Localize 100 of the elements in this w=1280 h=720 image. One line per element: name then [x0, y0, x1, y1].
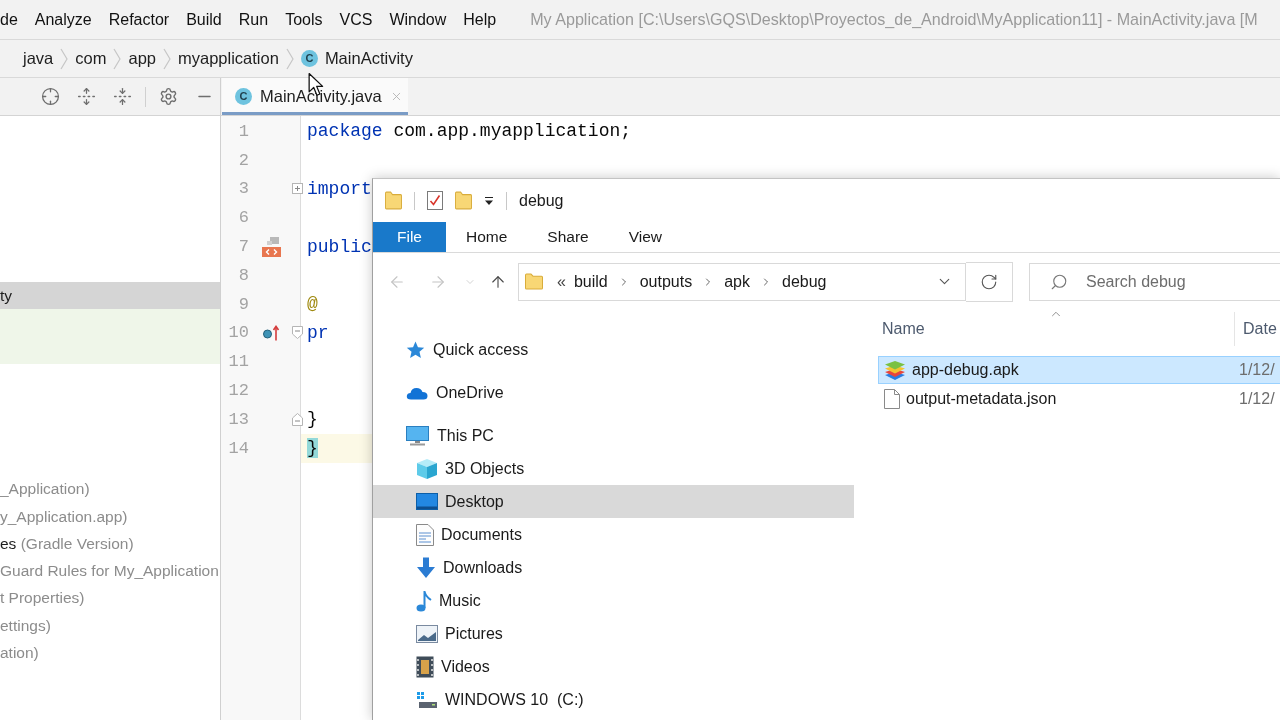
drive-icon: [416, 690, 438, 709]
monitor-icon: [406, 425, 429, 446]
window-title: debug: [519, 191, 564, 210]
layout-file-icon[interactable]: [259, 235, 282, 258]
menu-item[interactable]: Help: [463, 10, 497, 29]
file-row[interactable]: output-metadata.json 1/12/: [878, 385, 1280, 413]
collapse-all-icon[interactable]: [113, 87, 132, 106]
fold-plus-icon[interactable]: [292, 183, 303, 195]
nav-item[interactable]: 3D Objects: [373, 452, 533, 485]
line-number: 12: [228, 381, 249, 401]
breadcrumb-item[interactable]: C MainActivity: [300, 49, 413, 68]
search-icon: [1050, 272, 1068, 291]
code-line: pr: [307, 321, 329, 345]
file-icon: [884, 389, 900, 409]
settings-icon[interactable]: [159, 87, 178, 106]
menu-item[interactable]: Run: [238, 10, 269, 29]
nav-item[interactable]: Music: [373, 584, 489, 617]
file-name: output-metadata.json: [906, 390, 1057, 408]
line-number: 14: [228, 438, 249, 458]
star-icon: [406, 340, 425, 359]
nav-item[interactable]: This PC: [373, 419, 502, 452]
chevron-right-icon: [285, 47, 294, 70]
chevron-right-icon: [163, 47, 171, 70]
editor-tab[interactable]: C MainActivity.java: [222, 78, 408, 115]
file-date: 1/12/: [1239, 390, 1275, 408]
nav-item[interactable]: Desktop: [373, 485, 854, 518]
tree-item[interactable]: ty: [0, 282, 220, 310]
nav-item[interactable]: Downloads: [373, 551, 531, 584]
ribbon-tab[interactable]: View: [608, 222, 683, 252]
address-bar[interactable]: « build outputs apk debug: [518, 262, 966, 301]
nav-item[interactable]: Pictures: [373, 617, 511, 650]
refresh-icon: [980, 272, 998, 291]
line-number: 11: [228, 352, 249, 372]
line-number: 13: [228, 409, 249, 429]
dropdown-icon[interactable]: [484, 195, 494, 206]
music-note-icon: [416, 589, 432, 612]
line-number: 8: [238, 265, 249, 285]
code-line: public: [307, 235, 372, 259]
breadcrumb-overflow[interactable]: «: [557, 272, 566, 291]
menu-item[interactable]: de: [0, 10, 18, 29]
refresh-button[interactable]: [966, 261, 1013, 302]
override-icon[interactable]: [261, 324, 280, 341]
line-number: 6: [238, 208, 249, 228]
window-title: My Application [C:\Users\GQS\Desktop\Proyectos_de_Android\MyApplication11] - MainActivity.java [M: [530, 10, 1258, 29]
tree-item[interactable]: y_Application.app): [0, 502, 128, 530]
desktop-icon: [416, 493, 438, 510]
address-segment[interactable]: debug: [782, 272, 827, 291]
line-number: 9: [238, 294, 249, 314]
menu-item[interactable]: Analyze: [34, 10, 92, 29]
chevron-right-icon: [113, 47, 122, 70]
menu-item[interactable]: Window: [389, 10, 447, 29]
picture-icon: [416, 624, 438, 643]
file-name: app-debug.apk: [912, 361, 1019, 379]
breadcrumb-item[interactable]: myapplication: [178, 49, 279, 68]
code-line: import: [307, 178, 372, 201]
properties-icon[interactable]: [427, 191, 443, 210]
ribbon-tab[interactable]: File: [373, 222, 446, 252]
line-number: 1: [238, 121, 249, 141]
nav-item[interactable]: Quick access: [373, 333, 537, 366]
cube-icon: [416, 457, 438, 480]
code-line: @: [307, 293, 318, 317]
breadcrumb-item[interactable]: com: [75, 49, 107, 68]
file-date: 1/12/: [1239, 361, 1275, 379]
stacked-layers-icon: [884, 359, 906, 381]
column-header[interactable]: Date: [1235, 312, 1280, 346]
nav-item[interactable]: Videos: [373, 650, 498, 683]
file-row[interactable]: app-debug.apk 1/12/: [878, 356, 1280, 384]
breadcrumb-item[interactable]: java: [23, 49, 54, 68]
code-line: }: [307, 408, 318, 432]
class-badge: C: [235, 88, 252, 105]
chevron-right-icon: [60, 47, 69, 70]
crosshair-icon[interactable]: [41, 87, 60, 106]
ribbon-tab[interactable]: Share: [527, 222, 609, 252]
address-segment[interactable]: apk: [724, 272, 750, 291]
menu-item[interactable]: Build: [186, 10, 222, 29]
expand-all-icon[interactable]: [77, 87, 96, 106]
ribbon-tab[interactable]: Home: [446, 222, 528, 252]
address-segment[interactable]: outputs: [639, 272, 693, 291]
breadcrumb-item[interactable]: app: [128, 49, 156, 68]
address-segment[interactable]: build: [573, 272, 608, 291]
code-line: package com.app.myapplication;: [307, 120, 632, 144]
film-icon: [416, 655, 434, 678]
line-number: 3: [238, 179, 249, 199]
line-number: 2: [238, 150, 249, 170]
arrow-down-icon: [416, 556, 436, 579]
nav-item[interactable]: OneDrive: [373, 376, 512, 409]
nav-item[interactable]: WINDOWS 10 (C:): [373, 683, 592, 716]
menu-item[interactable]: Tools: [285, 10, 323, 29]
document-icon: [416, 523, 434, 546]
class-badge: C: [300, 50, 318, 67]
folder-icon: [455, 191, 472, 210]
column-header[interactable]: Name: [878, 312, 1235, 346]
cloud-icon: [406, 385, 428, 400]
menu-item[interactable]: VCS: [339, 10, 373, 29]
menu-item[interactable]: Refactor: [108, 10, 170, 29]
nav-item[interactable]: Documents: [373, 518, 530, 551]
search-field[interactable]: Search debug: [1029, 262, 1280, 301]
folder-icon: [525, 273, 543, 290]
tree-item[interactable]: es (Gradle Version): [0, 529, 134, 558]
folder-icon: [385, 191, 402, 210]
